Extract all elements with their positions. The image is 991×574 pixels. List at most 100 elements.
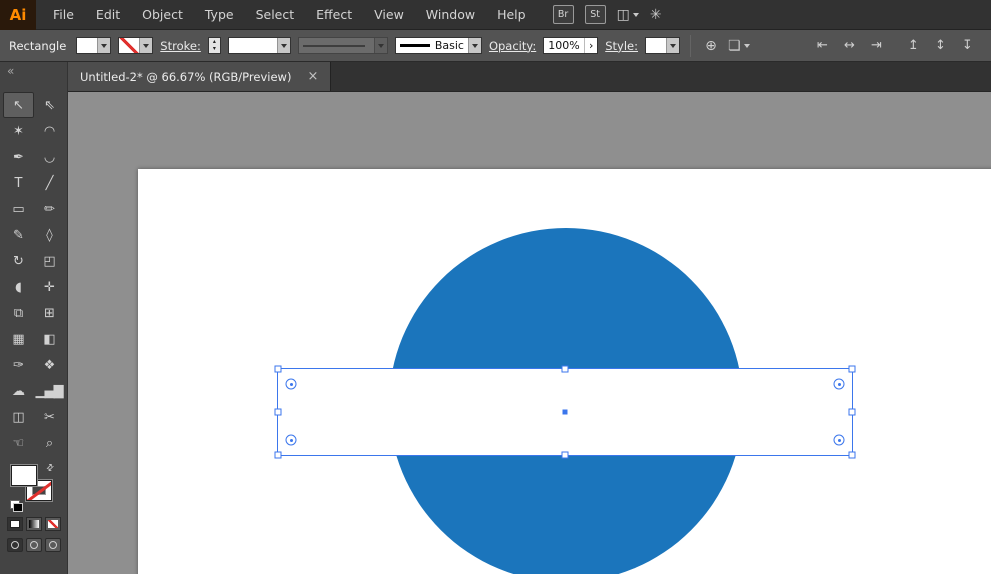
- stroke-color-control[interactable]: [118, 37, 153, 54]
- slice-tool[interactable]: ✂: [34, 404, 65, 430]
- draw-normal-button[interactable]: [7, 538, 23, 552]
- eyedropper-tool[interactable]: ✑: [3, 352, 34, 378]
- document-setup-button[interactable]: ❏: [728, 38, 750, 54]
- selection-handle-middle-right[interactable]: [849, 409, 856, 416]
- default-fill-stroke-icon[interactable]: [10, 500, 23, 512]
- globe-button[interactable]: ⊕: [701, 35, 721, 57]
- selection-handle-top-center[interactable]: [562, 366, 569, 373]
- menu-effect[interactable]: Effect: [305, 0, 363, 30]
- live-corner-widget-bottom-right[interactable]: [834, 435, 845, 446]
- stepper-down-icon[interactable]: ▾: [209, 46, 220, 54]
- width-profile-line: [303, 45, 365, 47]
- width-tool[interactable]: ◖: [3, 274, 34, 300]
- horizontal-align-right-button[interactable]: ⇥: [866, 36, 887, 56]
- app-logo[interactable]: Ai: [0, 0, 36, 30]
- arrange-documents-button[interactable]: ◫: [617, 7, 639, 23]
- menu-edit[interactable]: Edit: [85, 0, 131, 30]
- document-tab-bar: Untitled-2* @ 66.67% (RGB/Preview) ×: [68, 62, 991, 92]
- free-transform-tool[interactable]: ✛: [34, 274, 65, 300]
- tab-close-icon[interactable]: ×: [307, 70, 318, 83]
- collapse-panel-button[interactable]: «: [0, 62, 67, 92]
- artboard[interactable]: [138, 169, 991, 574]
- selection-handle-bottom-left[interactable]: [275, 452, 282, 459]
- rotate-tool[interactable]: ↻: [3, 248, 34, 274]
- selection-handle-bottom-right[interactable]: [849, 452, 856, 459]
- none-mode-button[interactable]: [45, 517, 61, 531]
- zoom-tool[interactable]: ⌕: [34, 430, 65, 456]
- stroke-dropdown-button[interactable]: [139, 38, 152, 53]
- brush-dropdown-button[interactable]: [468, 38, 481, 53]
- opacity-control[interactable]: 100% ›: [543, 37, 598, 54]
- selection-handle-top-left[interactable]: [275, 366, 282, 373]
- fill-dropdown-button[interactable]: [97, 38, 110, 53]
- hand-tool[interactable]: ☜: [3, 430, 34, 456]
- menu-window[interactable]: Window: [415, 0, 486, 30]
- graphic-style-select[interactable]: [645, 37, 680, 54]
- stroke-weight-stepper[interactable]: ▴ ▾: [208, 37, 221, 54]
- selection-handle-middle-left[interactable]: [275, 409, 282, 416]
- type-tool[interactable]: T: [3, 170, 34, 196]
- menu-type[interactable]: Type: [194, 0, 245, 30]
- line-segment-tool[interactable]: ╱: [34, 170, 65, 196]
- style-dropdown-button[interactable]: [666, 38, 679, 53]
- selection-handle-top-right[interactable]: [849, 366, 856, 373]
- vertical-align-bottom-button[interactable]: ↧: [957, 36, 978, 56]
- live-corner-widget-top-left[interactable]: [286, 379, 297, 390]
- vertical-align-top-button[interactable]: ↥: [903, 36, 924, 56]
- column-graph-tool[interactable]: ▁▄▇: [34, 378, 65, 404]
- blend-tool[interactable]: ❖: [34, 352, 65, 378]
- opacity-expander-button[interactable]: ›: [584, 38, 597, 53]
- stroke-weight-select[interactable]: [228, 37, 291, 54]
- blend-tool-icon: ❖: [44, 359, 55, 372]
- share-button[interactable]: ✳: [650, 7, 662, 23]
- live-corner-widget-top-right[interactable]: [834, 379, 845, 390]
- horizontal-align-right-icon: ⇥: [871, 38, 882, 53]
- gradient-tool[interactable]: ◧: [34, 326, 65, 352]
- perspective-grid-tool[interactable]: ⊞: [34, 300, 65, 326]
- menu-object[interactable]: Object: [131, 0, 194, 30]
- horizontal-align-center-button[interactable]: ↔: [839, 36, 860, 56]
- brush-definition-select[interactable]: Basic: [395, 37, 482, 54]
- fill-color-control[interactable]: [76, 37, 111, 54]
- shape-builder-tool[interactable]: ⧉: [3, 300, 34, 326]
- swap-fill-stroke-icon[interactable]: ⇄: [45, 462, 57, 474]
- menu-select[interactable]: Select: [245, 0, 306, 30]
- horizontal-align-left-button[interactable]: ⇤: [812, 36, 833, 56]
- selection-tool[interactable]: ↖: [3, 92, 34, 118]
- canvas[interactable]: [68, 92, 991, 574]
- scale-tool[interactable]: ◰: [34, 248, 65, 274]
- draw-behind-button[interactable]: [26, 538, 42, 552]
- artboard-tool[interactable]: ◫: [3, 404, 34, 430]
- stock-button[interactable]: St: [585, 5, 606, 24]
- paintbrush-tool[interactable]: ✏: [34, 196, 65, 222]
- pen-tool[interactable]: ✒: [3, 144, 34, 170]
- fill-color-swatch[interactable]: [11, 465, 37, 486]
- document-tab[interactable]: Untitled-2* @ 66.67% (RGB/Preview) ×: [68, 62, 331, 91]
- rectangle-tool[interactable]: ▭: [3, 196, 34, 222]
- selection-center-point[interactable]: [563, 410, 568, 415]
- direct-selection-tool[interactable]: ⇖: [34, 92, 65, 118]
- selected-rectangle-shape[interactable]: [278, 369, 852, 455]
- opacity-panel-link[interactable]: Opacity:: [489, 39, 536, 53]
- vertical-align-center-button[interactable]: ↕: [930, 36, 951, 56]
- magic-wand-tool[interactable]: ✶: [3, 118, 34, 144]
- pencil-tool[interactable]: ✎: [3, 222, 34, 248]
- mesh-tool[interactable]: ▦: [3, 326, 34, 352]
- stroke-weight-dropdown-button[interactable]: [277, 38, 290, 53]
- lasso-tool[interactable]: ◠: [34, 118, 65, 144]
- eraser-tool[interactable]: ◊: [34, 222, 65, 248]
- menu-help[interactable]: Help: [486, 0, 537, 30]
- stroke-panel-link[interactable]: Stroke:: [160, 39, 201, 53]
- curvature-tool[interactable]: ◡: [34, 144, 65, 170]
- draw-inside-button[interactable]: [45, 538, 61, 552]
- bridge-button[interactable]: Br: [553, 5, 574, 24]
- rotate-tool-icon: ↻: [13, 255, 23, 268]
- gradient-mode-button[interactable]: [26, 517, 42, 531]
- menu-file[interactable]: File: [42, 0, 85, 30]
- symbol-sprayer-tool[interactable]: ☁: [3, 378, 34, 404]
- live-corner-widget-bottom-left[interactable]: [286, 435, 297, 446]
- selection-handle-bottom-center[interactable]: [562, 452, 569, 459]
- style-panel-link[interactable]: Style:: [605, 39, 638, 53]
- color-mode-button[interactable]: [7, 517, 23, 531]
- menu-view[interactable]: View: [363, 0, 415, 30]
